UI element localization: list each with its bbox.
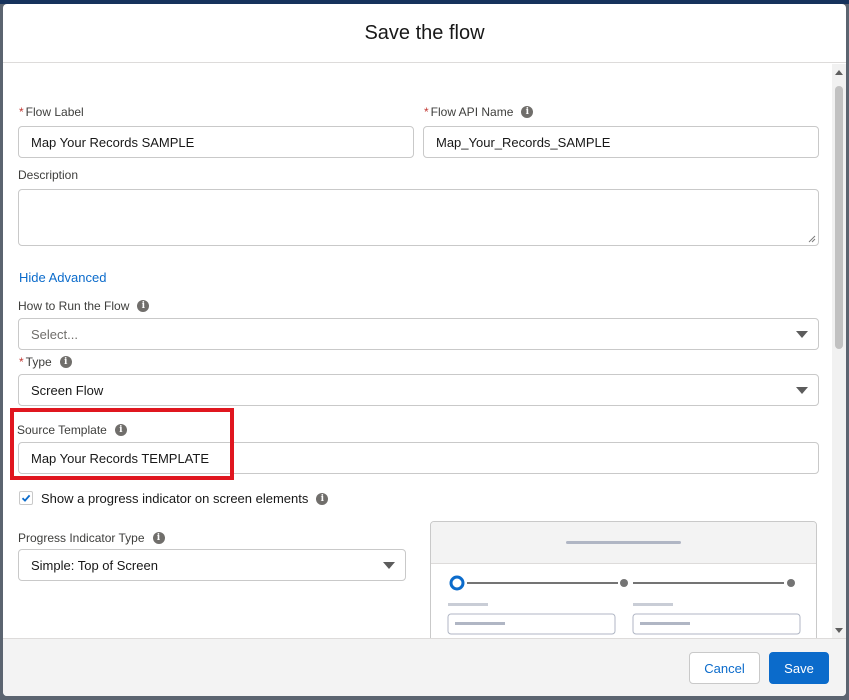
hide-advanced-link[interactable]: Hide Advanced <box>19 270 106 285</box>
info-icon[interactable]: i <box>137 300 150 312</box>
info-icon[interactable]: i <box>152 532 165 544</box>
resize-grip-icon[interactable] <box>808 235 816 243</box>
progress-type-label: Progress Indicator Type i <box>18 531 165 545</box>
flow-api-name-text: Flow API Name <box>430 105 514 119</box>
flow-label-input[interactable]: Map Your Records SAMPLE <box>18 126 414 158</box>
checkmark-icon <box>21 494 31 502</box>
chevron-down-icon <box>796 331 808 338</box>
save-flow-modal: Save the flow * Flow Label Map Your Reco… <box>3 4 846 696</box>
flow-api-name-value: Map_Your_Records_SAMPLE <box>436 134 611 150</box>
required-marker: * <box>19 355 24 369</box>
scroll-down-icon[interactable] <box>835 628 843 633</box>
type-text: Type <box>25 355 52 369</box>
progress-type-select[interactable]: Simple: Top of Screen <box>18 549 406 581</box>
description-text: Description <box>18 168 79 182</box>
how-to-run-placeholder: Select... <box>31 326 78 342</box>
how-to-run-label: How to Run the Flow i <box>18 299 150 313</box>
save-button[interactable]: Save <box>769 652 829 684</box>
how-to-run-text: How to Run the Flow <box>18 299 130 313</box>
highlight-annotation <box>10 408 234 480</box>
progress-checkbox-text: Show a progress indicator on screen elem… <box>41 491 309 506</box>
modal-body: * Flow Label Map Your Records SAMPLE * F… <box>3 64 846 638</box>
progress-indicator-checkbox[interactable] <box>19 491 33 505</box>
type-label: * Type i <box>19 355 72 369</box>
description-label: Description <box>18 168 78 182</box>
description-textarea[interactable] <box>18 189 819 246</box>
vertical-scrollbar[interactable] <box>832 64 846 638</box>
info-icon[interactable]: i <box>59 356 72 368</box>
flow-api-name-label: * Flow API Name i <box>424 105 534 119</box>
flow-label-value: Map Your Records SAMPLE <box>31 134 195 150</box>
type-select[interactable]: Screen Flow <box>18 374 819 406</box>
type-value: Screen Flow <box>31 382 104 398</box>
chevron-down-icon <box>383 562 395 569</box>
required-marker: * <box>19 105 24 119</box>
flow-label-text: Flow Label <box>25 105 84 119</box>
modal-header: Save the flow <box>3 4 846 63</box>
chevron-down-icon <box>796 387 808 394</box>
flow-label-label: * Flow Label <box>19 105 84 119</box>
modal-footer: Cancel Save <box>3 638 846 696</box>
cancel-button[interactable]: Cancel <box>689 652 760 684</box>
info-icon[interactable]: i <box>521 106 534 118</box>
progress-checkbox-label: Show a progress indicator on screen elem… <box>41 491 329 506</box>
progress-type-value: Simple: Top of Screen <box>31 557 158 573</box>
how-to-run-select[interactable]: Select... <box>18 318 819 350</box>
progress-steps-graphic <box>447 575 801 635</box>
progress-type-text: Progress Indicator Type <box>18 531 145 545</box>
progress-preview-illustration <box>430 521 817 638</box>
modal-title: Save the flow <box>364 21 485 44</box>
flow-api-name-input[interactable]: Map_Your_Records_SAMPLE <box>423 126 819 158</box>
preview-title-bar <box>566 541 681 544</box>
scroll-up-icon[interactable] <box>835 70 843 75</box>
required-marker: * <box>424 105 429 119</box>
scrollbar-thumb[interactable] <box>835 86 843 349</box>
info-icon[interactable]: i <box>316 492 329 505</box>
preview-header <box>431 522 816 564</box>
